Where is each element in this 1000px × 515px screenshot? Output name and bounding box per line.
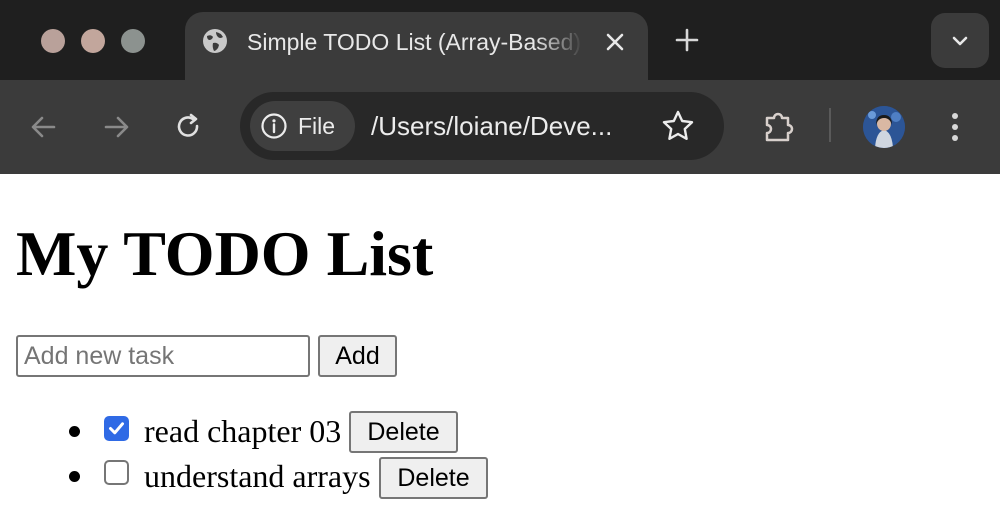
tab-search-button[interactable] — [931, 13, 989, 68]
globe-icon — [203, 29, 227, 53]
site-info-label: File — [298, 113, 336, 139]
info-icon — [261, 113, 287, 139]
page-title: My TODO List — [16, 218, 434, 289]
list-bullet — [69, 426, 80, 437]
new-task-input[interactable] — [16, 335, 310, 377]
profile-avatar[interactable] — [863, 106, 905, 148]
url-text[interactable]: /Users/loiane/Deve... — [371, 109, 612, 143]
delete-task-button[interactable]: Delete — [349, 411, 458, 453]
reload-icon[interactable] — [170, 109, 206, 145]
browser-tab-active[interactable]: Simple TODO List (Array-Based) — [185, 12, 648, 80]
tab-title: Simple TODO List (Array-Based) — [247, 29, 582, 55]
browser-toolbar: File /Users/loiane/Deve... — [0, 80, 1000, 174]
forward-arrow-icon[interactable] — [98, 109, 134, 145]
minimize-window-button[interactable] — [81, 29, 105, 53]
task-checkbox-unchecked[interactable] — [104, 460, 129, 485]
checkmark-icon — [109, 422, 124, 435]
add-task-button[interactable]: Add — [318, 335, 397, 377]
task-text: read chapter 03 — [144, 413, 342, 449]
maximize-window-button[interactable] — [121, 29, 145, 53]
new-tab-plus-icon[interactable] — [673, 26, 701, 54]
close-icon[interactable] — [601, 28, 629, 56]
bookmark-star-icon[interactable] — [660, 108, 696, 144]
more-options-icon[interactable] — [940, 108, 970, 146]
task-checkbox-checked[interactable] — [104, 416, 129, 441]
extensions-puzzle-icon[interactable] — [759, 108, 797, 146]
delete-task-button[interactable]: Delete — [379, 457, 488, 499]
chevron-down-icon — [952, 36, 968, 46]
tab-strip: Simple TODO List (Array-Based) — [0, 0, 1000, 80]
site-info-chip[interactable]: File — [250, 101, 355, 151]
back-arrow-icon[interactable] — [26, 109, 62, 145]
list-bullet — [69, 471, 80, 482]
address-bar[interactable]: File /Users/loiane/Deve... — [240, 92, 724, 160]
toolbar-divider — [829, 108, 831, 142]
task-text: understand arrays — [144, 458, 371, 494]
close-window-button[interactable] — [41, 29, 65, 53]
